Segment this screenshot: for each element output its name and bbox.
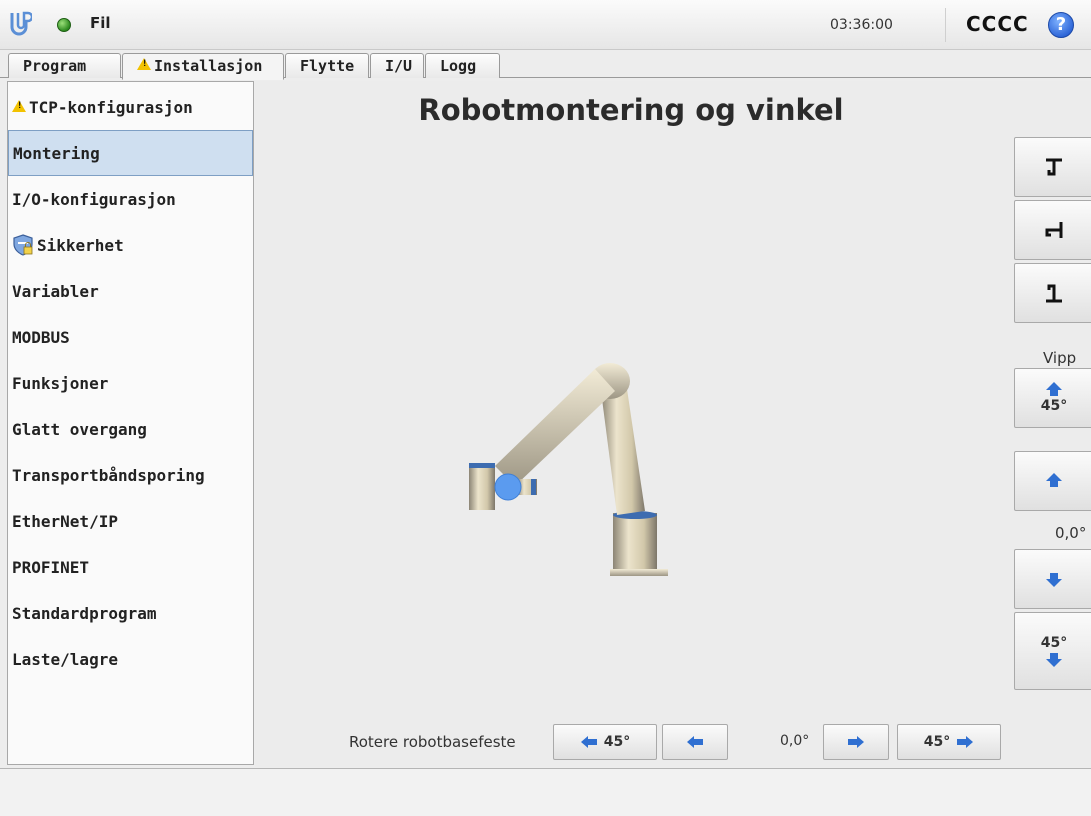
rotate-value: 0,0° — [780, 733, 810, 749]
arrow-right-icon — [848, 736, 864, 748]
sidebar-item-label: PROFINET — [12, 557, 90, 577]
tilt-up-45-button[interactable]: 45° — [1014, 368, 1091, 428]
rotate-left-button[interactable] — [662, 724, 728, 760]
tab-flytte[interactable]: Flytte — [285, 53, 369, 78]
warning-icon — [137, 58, 151, 70]
sidebar-item-profinet[interactable]: PROFINET — [8, 544, 253, 590]
sidebar-item-transportbandsporing[interactable]: Transportbåndsporing — [8, 452, 253, 498]
tab-iu[interactable]: I/U — [370, 53, 424, 78]
tilt-up-button[interactable] — [1014, 451, 1091, 511]
sidebar-item-glatt-overgang[interactable]: Glatt overgang — [8, 406, 253, 452]
tilt-down-45-button[interactable]: 45° — [1014, 612, 1091, 690]
sidebar-item-modbus[interactable]: MODBUS — [8, 314, 253, 360]
rotate-left-45-button[interactable]: 45° — [553, 724, 657, 760]
arrow-down-icon — [1046, 653, 1062, 667]
arrow-left-icon — [580, 736, 597, 748]
ceiling-mount-icon — [1046, 284, 1062, 303]
arrow-up-icon — [1046, 473, 1062, 487]
view-mount-floor-button[interactable] — [1014, 137, 1091, 197]
sidebar-item-variabler[interactable]: Variabler — [8, 268, 253, 314]
sidebar-item-ethernet-ip[interactable]: EtherNet/IP — [8, 498, 253, 544]
sidebar-item-label: Transportbåndsporing — [12, 465, 205, 485]
tilt-label: Vipp — [1043, 349, 1077, 367]
shield-icon — [13, 234, 33, 256]
arrow-left-icon — [687, 736, 703, 748]
help-icon[interactable]: ? — [1048, 12, 1074, 38]
sidebar-item-laste-lagre[interactable]: Laste/lagre — [8, 636, 253, 682]
tilt-down-button[interactable] — [1014, 549, 1091, 609]
sidebar-item-label: Funksjoner — [12, 373, 109, 393]
tab-logg[interactable]: Logg — [425, 53, 500, 78]
tab-installasjon[interactable]: Installasjon — [122, 53, 284, 80]
universal-robots-logo — [10, 11, 32, 36]
page-title: Robotmontering og vinkel — [418, 93, 844, 127]
floor-mount-icon — [1046, 158, 1062, 176]
main-panel: Robotmontering og vinkel — [255, 81, 1091, 767]
robot-status-indicator-icon — [57, 18, 71, 32]
sidebar-item-label: Sikkerhet — [37, 235, 124, 255]
clock: 03:36:00 — [830, 17, 893, 33]
tab-bar: Program Installasjon Flytte I/U Logg — [0, 51, 1091, 80]
sidebar-item-label: Laste/lagre — [12, 649, 118, 669]
view-mount-wall-button[interactable] — [1014, 200, 1091, 260]
rotate-label: Rotere robotbasefeste — [349, 733, 516, 751]
sidebar-item-label: Glatt overgang — [12, 419, 147, 439]
sidebar-item-label: I/O-konfigurasjon — [12, 189, 176, 209]
file-menu[interactable]: Fil — [90, 14, 111, 32]
tab-label: Program — [23, 57, 87, 75]
arrow-up-icon — [1046, 382, 1062, 396]
button-label: 45° — [603, 734, 631, 750]
view-mount-ceiling-button[interactable] — [1014, 263, 1091, 323]
rotate-right-45-button[interactable]: 45° — [897, 724, 1001, 760]
sidebar-item-standardprogram[interactable]: Standardprogram — [8, 590, 253, 636]
sidebar-item-tcp[interactable]: TCP-konfigurasjon — [8, 84, 253, 130]
sidebar-item-io-config[interactable]: I/O-konfigurasjon — [8, 176, 253, 222]
tab-label: Logg — [440, 57, 477, 75]
robot-arm-illustration[interactable] — [455, 351, 695, 591]
rotate-right-button[interactable] — [823, 724, 889, 760]
wall-mount-icon — [1045, 222, 1063, 238]
sidebar-item-label: EtherNet/IP — [12, 511, 118, 531]
robot-name: CCCC — [966, 12, 1029, 36]
button-label: 45° — [1040, 635, 1068, 651]
divider — [945, 8, 946, 42]
warning-icon — [12, 100, 26, 112]
tilt-value: 0,0° — [1055, 524, 1087, 542]
installation-sidebar: TCP-konfigurasjon Montering I/O-konfigur… — [7, 81, 254, 765]
sidebar-item-sikkerhet[interactable]: Sikkerhet — [8, 222, 253, 268]
tab-label: Installasjon — [154, 57, 263, 75]
sidebar-item-label: Variabler — [12, 281, 99, 301]
arrow-right-icon — [957, 736, 974, 748]
tab-label: I/U — [385, 57, 413, 75]
arrow-down-icon — [1046, 573, 1062, 587]
sidebar-item-label: MODBUS — [12, 327, 70, 347]
sidebar-item-label: Montering — [13, 143, 100, 163]
footer-bar — [0, 768, 1091, 816]
sidebar-item-label: Standardprogram — [12, 603, 157, 623]
sidebar-item-montering[interactable]: Montering — [8, 130, 253, 176]
top-bar: Fil 03:36:00 CCCC ? — [0, 0, 1091, 50]
button-label: 45° — [923, 734, 951, 750]
tab-label: Flytte — [300, 57, 355, 75]
tab-program[interactable]: Program — [8, 53, 121, 78]
sidebar-item-label: TCP-konfigurasjon — [29, 97, 193, 117]
sidebar-item-funksjoner[interactable]: Funksjoner — [8, 360, 253, 406]
button-label: 45° — [1040, 398, 1068, 414]
